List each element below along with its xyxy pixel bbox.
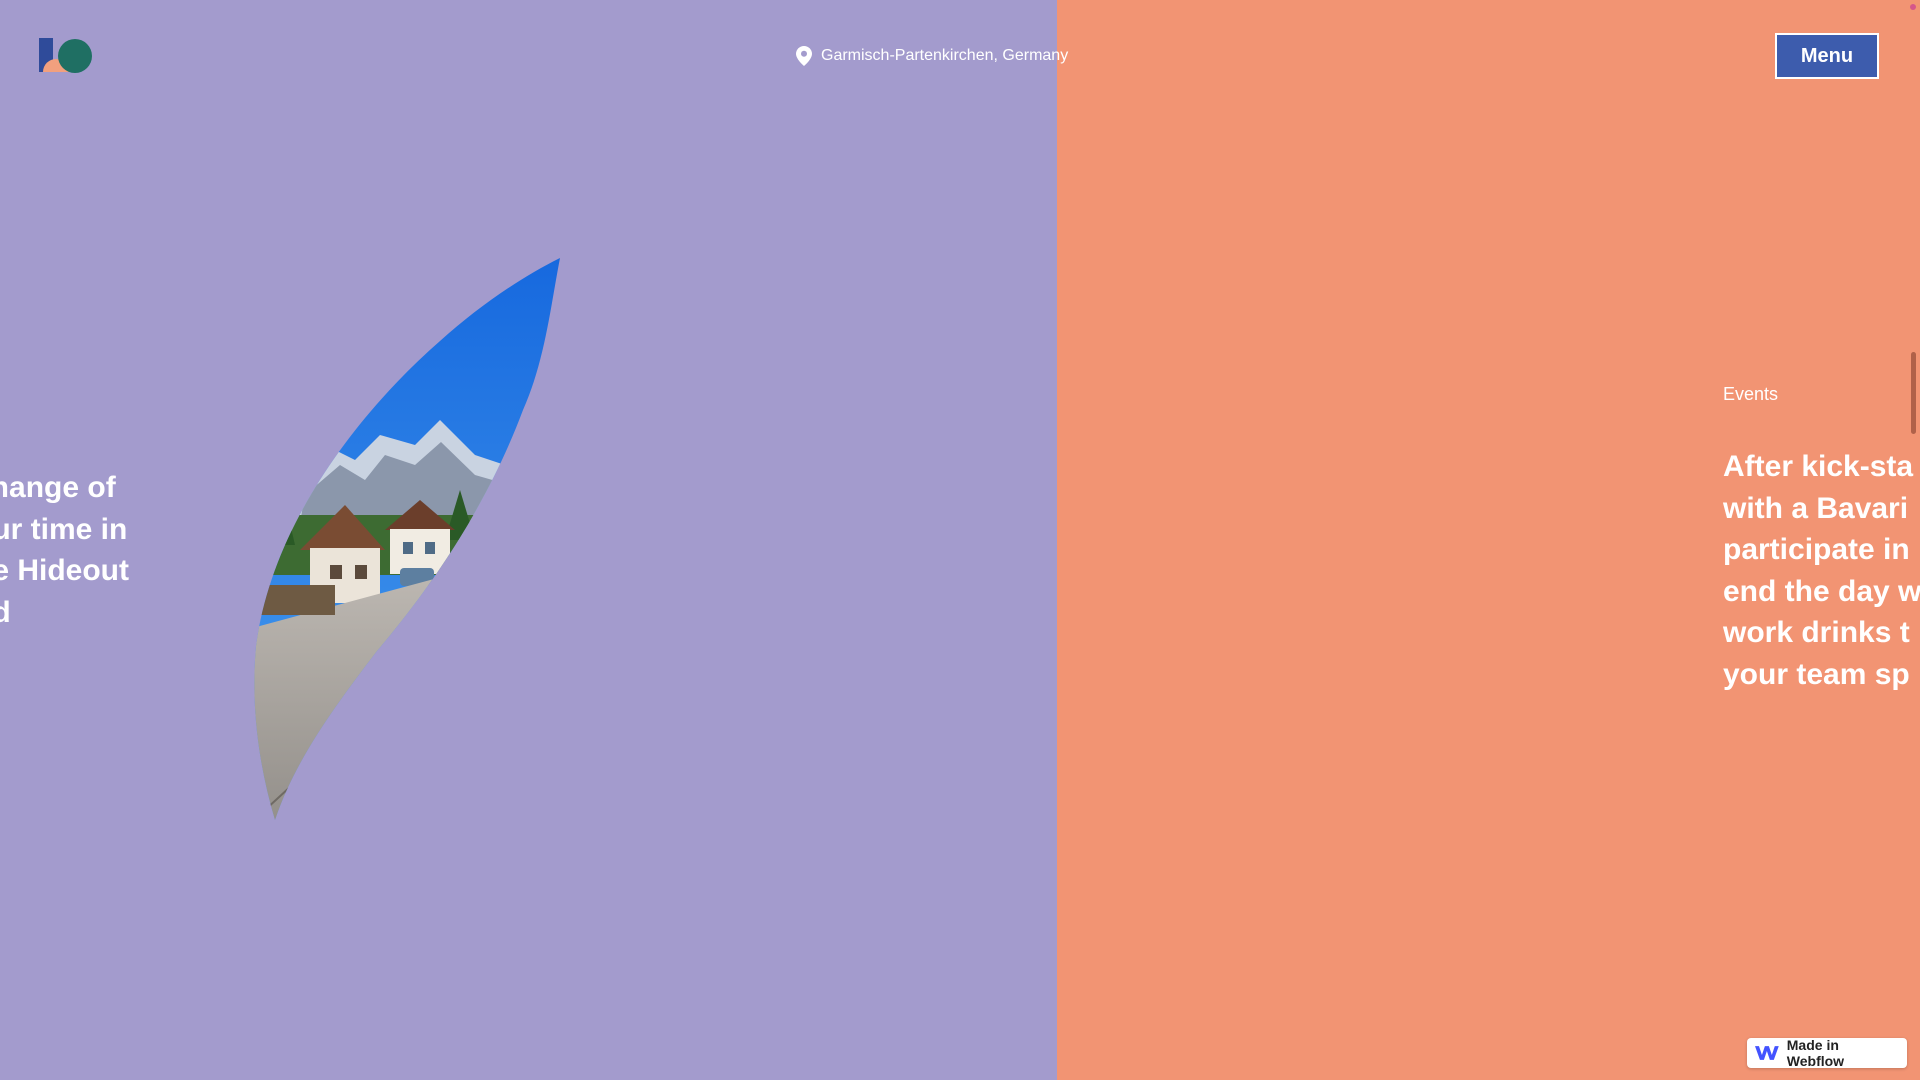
location-text: Garmisch-Partenkirchen, Germany	[821, 47, 1069, 64]
leaf-shaped-photo	[254, 258, 561, 820]
brand-logo[interactable]	[39, 38, 93, 74]
intro-text: change of our time in he Hideout nd	[0, 467, 174, 633]
intro-line: nd	[0, 595, 11, 629]
intro-line: our time in	[0, 512, 128, 546]
section-label-events: Events	[1723, 384, 1779, 404]
events-line: end the day w	[1723, 574, 1920, 608]
webflow-logo-icon	[1755, 1046, 1779, 1060]
events-line: your team sp	[1723, 657, 1910, 691]
badge-text: Made in Webflow	[1786, 1037, 1845, 1069]
scroll-indicator[interactable]	[1911, 352, 1916, 434]
events-line: with a Bavari	[1723, 491, 1909, 525]
corner-dot	[1910, 4, 1916, 10]
intro-line: he Hideout	[0, 554, 129, 587]
events-line: participate in	[1723, 533, 1910, 566]
made-in-webflow-badge[interactable]: Made in Webflow	[1747, 1037, 1907, 1069]
events-line: After kick-sta	[1723, 450, 1914, 483]
events-description: After kick-sta with a Bavari participate…	[1723, 446, 1920, 695]
location: Garmisch-Partenkirchen, Germany	[796, 46, 1068, 66]
map-pin-icon	[796, 46, 812, 66]
events-line: work drinks t	[1723, 616, 1910, 649]
menu-button[interactable]: Menu	[1775, 33, 1879, 79]
intro-line: change of	[0, 471, 116, 504]
